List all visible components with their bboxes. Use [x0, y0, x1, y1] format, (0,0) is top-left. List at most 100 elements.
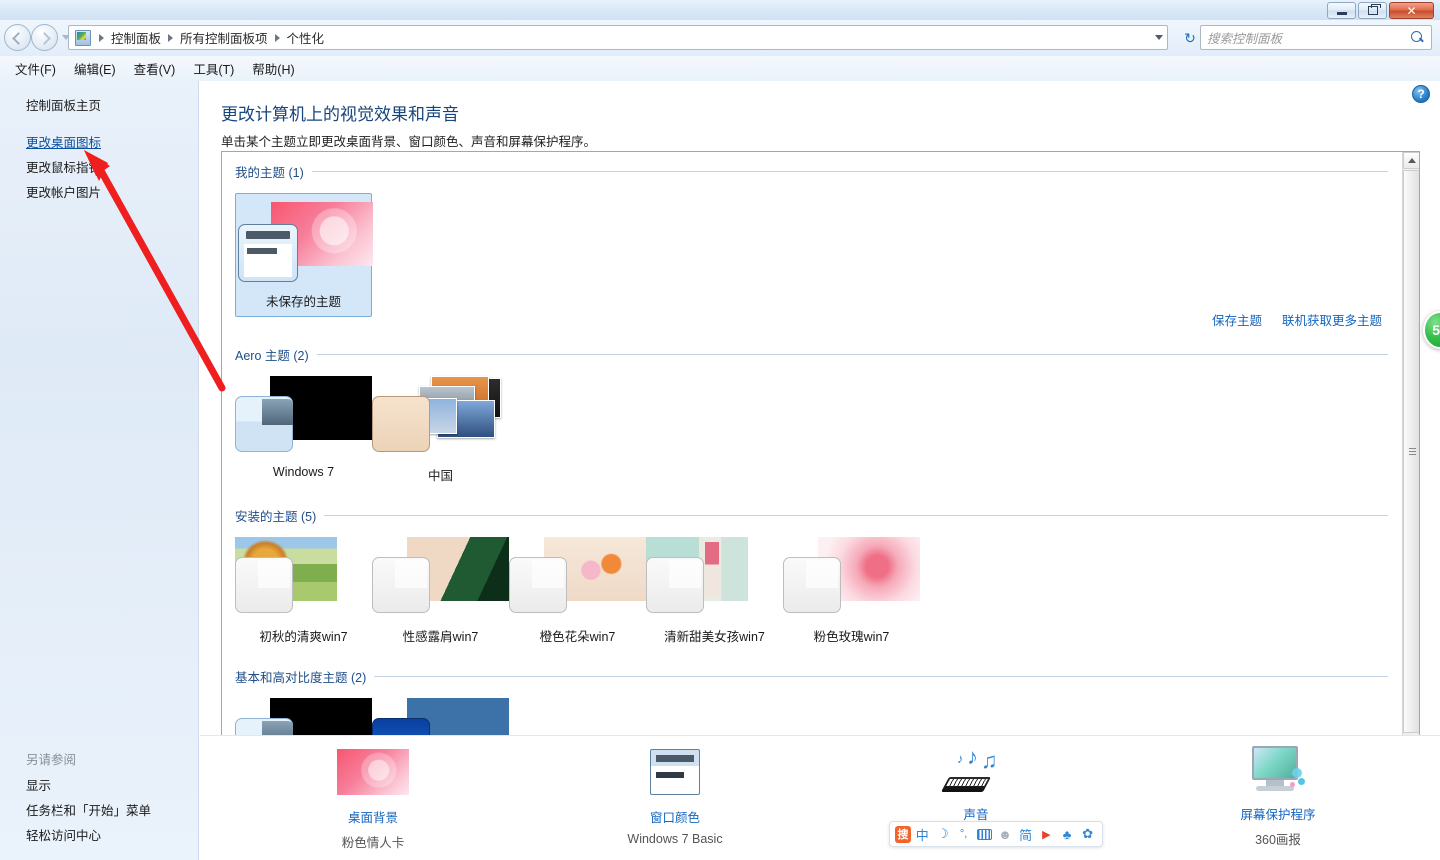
theme-tile-windows7[interactable]: Windows 7 — [235, 376, 372, 484]
wallpaper-icon — [337, 749, 409, 801]
theme-label: Windows 7 — [272, 465, 335, 479]
bottom-item-label[interactable]: 窗口颜色 — [575, 807, 775, 826]
breadcrumb-item-all-items[interactable]: 所有控制面板项 — [178, 28, 270, 47]
save-theme-link[interactable]: 保存主题 — [1212, 310, 1262, 329]
ime-settings-gear-icon[interactable]: ✿ — [1078, 824, 1097, 844]
sidebar-item-change-mouse-pointers[interactable]: 更改鼠标指针 — [26, 157, 101, 176]
bottom-settings-bar: 桌面背景 粉色情人卡 窗口颜色 Windows 7 Basic ♪ ♪ ♫ 声音 — [200, 735, 1440, 860]
menu-help[interactable]: 帮助(H) — [245, 56, 301, 81]
window-preview — [646, 557, 704, 613]
menu-view[interactable]: 查看(V) — [127, 56, 183, 81]
personalization-window: ✕ 控制面板 所有控制面板项 个性化 ↻ 搜索控制面板 文件(F) 编辑(E) … — [0, 0, 1440, 860]
bottom-item-desktop-background[interactable]: 桌面背景 粉色情人卡 — [273, 746, 473, 851]
theme-tile-autumn[interactable]: 初秋的清爽win7 — [235, 537, 372, 645]
ime-chinese-mode-icon[interactable]: 中 — [913, 824, 932, 844]
search-input[interactable]: 搜索控制面板 — [1200, 25, 1432, 50]
ime-simplified-icon[interactable]: 简 — [1016, 824, 1035, 844]
theme-group-aero: Aero 主题 (2) Windows 7 中国 — [222, 345, 1402, 484]
back-button[interactable] — [4, 24, 31, 51]
breadcrumb-item-control-panel[interactable]: 控制面板 — [109, 28, 163, 47]
bottom-item-window-color[interactable]: 窗口颜色 Windows 7 Basic — [575, 746, 775, 846]
ime-user-icon[interactable]: ☻ — [996, 824, 1015, 844]
group-header: 我的主题 (1) — [222, 162, 1402, 181]
ime-video-icon[interactable]: ▶ — [1037, 824, 1056, 844]
get-more-themes-link[interactable]: 联机获取更多主题 — [1282, 310, 1382, 329]
theme-thumbnail — [646, 537, 783, 619]
theme-tile-shoulder[interactable]: 性感露肩win7 — [372, 537, 509, 645]
theme-thumbnail — [372, 376, 509, 458]
theme-thumbnail — [235, 376, 372, 458]
group-header: Aero 主题 (2) — [222, 345, 1402, 364]
theme-label: 粉色玫瑰win7 — [813, 630, 890, 644]
ime-logo-icon[interactable]: 搜 — [895, 825, 911, 843]
page-title: 更改计算机上的视觉效果和声音 — [221, 105, 459, 124]
window-controls: ✕ — [1327, 2, 1434, 19]
see-also-item-display[interactable]: 显示 — [26, 775, 51, 794]
window-color-icon — [639, 749, 711, 801]
theme-thumbnail — [372, 537, 509, 619]
vertical-scrollbar[interactable] — [1402, 152, 1419, 813]
breadcrumb-item-personalization[interactable]: 个性化 — [285, 28, 327, 47]
group-title: Aero 主题 (2) — [235, 349, 309, 363]
window-preview — [238, 224, 298, 282]
ime-toolbar[interactable]: 搜 中 ☽ °, ☻ 简 ▶ ♣ ✿ — [889, 821, 1103, 847]
theme-tiles: 初秋的清爽win7 性感露肩win7 橙色花朵win7 清新甜美女孩win7 粉… — [222, 537, 1402, 645]
bottom-item-label[interactable]: 屏幕保护程序 — [1178, 804, 1378, 823]
theme-label: 橙色花朵win7 — [539, 630, 616, 644]
close-button[interactable]: ✕ — [1389, 2, 1434, 19]
theme-label: 未保存的主题 — [265, 295, 341, 309]
maximize-button[interactable] — [1358, 2, 1387, 19]
theme-tile-sweet-girl[interactable]: 清新甜美女孩win7 — [646, 537, 783, 645]
group-header: 安装的主题 (5) — [222, 506, 1402, 525]
theme-tile-orange-flower[interactable]: 橙色花朵win7 — [509, 537, 646, 645]
themes-scroll-pane: 我的主题 (1) 未保存的主题 保存主题 联机获取更多主题 Aero 主题 (2… — [221, 151, 1420, 814]
theme-label: 清新甜美女孩win7 — [664, 630, 765, 644]
window-preview — [372, 557, 430, 613]
theme-tiles: 未保存的主题 — [222, 193, 1402, 317]
forward-button[interactable] — [31, 24, 58, 51]
window-preview — [509, 557, 567, 613]
sidebar-item-change-desktop-icons[interactable]: 更改桌面图标 — [26, 132, 101, 151]
group-title: 我的主题 (1) — [235, 166, 304, 180]
sidebar: 控制面板主页 更改桌面图标 更改鼠标指针 更改帐户图片 另请参阅 显示 任务栏和… — [0, 81, 199, 860]
address-bar: 控制面板 所有控制面板项 个性化 ↻ 搜索控制面板 — [0, 20, 1440, 56]
see-also-item-ease-of-access[interactable]: 轻松访问中心 — [26, 825, 101, 844]
ime-keyboard-icon[interactable] — [975, 824, 994, 844]
themes-list: 我的主题 (1) 未保存的主题 保存主题 联机获取更多主题 Aero 主题 (2… — [222, 152, 1402, 813]
ime-moon-icon[interactable]: ☽ — [934, 824, 953, 844]
group-header: 基本和高对比度主题 (2) — [222, 667, 1402, 686]
theme-tile-china[interactable]: 中国 — [372, 376, 509, 484]
bottom-item-value: 360画报 — [1255, 833, 1301, 847]
ime-skin-icon[interactable]: ♣ — [1058, 824, 1077, 844]
menu-tools[interactable]: 工具(T) — [186, 56, 241, 81]
theme-group-installed: 安装的主题 (5) 初秋的清爽win7 性感露肩win7 橙色花朵win7 清新… — [222, 506, 1402, 645]
theme-thumbnail — [509, 537, 646, 619]
menu-file[interactable]: 文件(F) — [8, 56, 63, 81]
refresh-icon[interactable]: ↻ — [1180, 28, 1200, 48]
scroll-up-icon[interactable] — [1403, 152, 1419, 169]
theme-tile-unsaved[interactable]: 未保存的主题 — [235, 193, 373, 317]
breadcrumb-separator-icon — [168, 33, 174, 42]
help-icon[interactable]: ? — [1412, 85, 1430, 103]
see-also-heading: 另请参阅 — [26, 753, 77, 767]
bottom-item-sounds[interactable]: ♪ ♪ ♫ 声音 — [876, 746, 1076, 829]
window-preview — [783, 557, 841, 613]
breadcrumb-chevron-down-icon[interactable] — [1155, 35, 1163, 40]
navigation-buttons — [4, 24, 70, 51]
theme-tile-pink-rose[interactable]: 粉色玫瑰win7 — [783, 537, 920, 645]
theme-label: 中国 — [427, 469, 453, 483]
bottom-item-label[interactable]: 桌面背景 — [273, 807, 473, 826]
see-also-item-taskbar-start-menu[interactable]: 任务栏和「开始」菜单 — [26, 800, 151, 819]
window-preview — [372, 396, 430, 452]
menu-edit[interactable]: 编辑(E) — [67, 56, 123, 81]
breadcrumb[interactable]: 控制面板 所有控制面板项 个性化 — [68, 25, 1168, 50]
bottom-item-screensaver[interactable]: 屏幕保护程序 360画报 — [1178, 746, 1378, 848]
group-rule — [311, 171, 1388, 172]
scrollbar-thumb[interactable] — [1403, 170, 1419, 733]
group-rule — [374, 676, 1388, 677]
group-rule — [316, 354, 1388, 355]
sidebar-item-control-panel-home[interactable]: 控制面板主页 — [26, 95, 101, 114]
minimize-button[interactable] — [1327, 2, 1356, 19]
sidebar-item-change-account-picture[interactable]: 更改帐户图片 — [26, 182, 101, 201]
ime-punctuation-icon[interactable]: °, — [954, 824, 973, 844]
